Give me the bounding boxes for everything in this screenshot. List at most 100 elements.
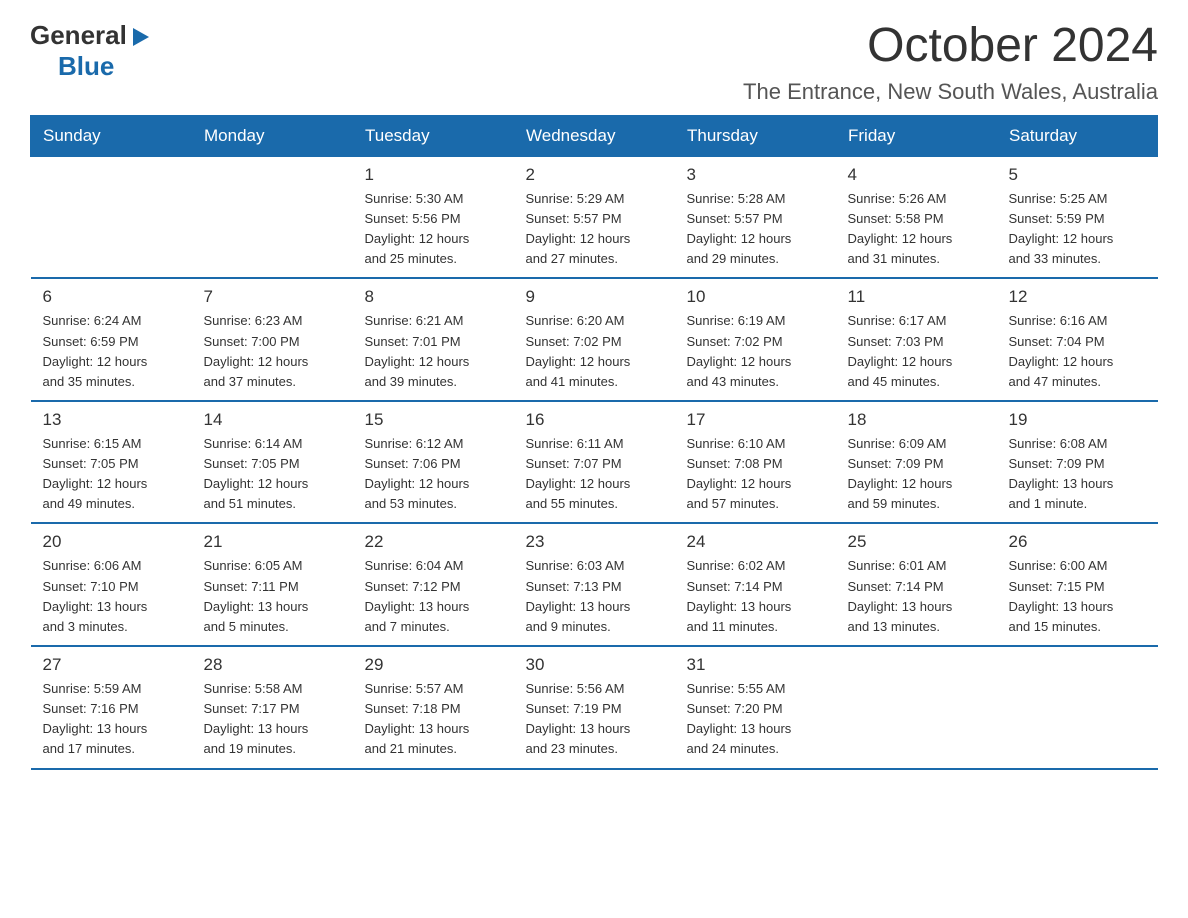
calendar-day-23: 23Sunrise: 6:03 AM Sunset: 7:13 PM Dayli… [514, 523, 675, 646]
day-number: 30 [526, 655, 663, 675]
day-info: Sunrise: 5:57 AM Sunset: 7:18 PM Dayligh… [365, 679, 502, 760]
header-monday: Monday [192, 115, 353, 156]
calendar-day-24: 24 Sunrise: 6:02 AM Sunset: 7:14 PM Dayli… [675, 523, 836, 646]
day-number: 18 [848, 410, 985, 430]
calendar-day-31: 31Sunrise: 5:55 AM Sunset: 7:20 PM Dayli… [675, 646, 836, 769]
day-number: 24 [687, 532, 824, 552]
day-info: Sunrise: 6:04 AM Sunset: 7:12 PM Dayligh… [365, 556, 502, 637]
day-number: 11 [848, 287, 985, 307]
day-number: 6 [43, 287, 180, 307]
calendar-empty-cell [836, 646, 997, 769]
calendar-header-row: SundayMondayTuesdayWednesdayThursdayFrid… [31, 115, 1158, 156]
day-info: Sunrise: 6:19 AM Sunset: 7:02 PM Dayligh… [687, 311, 824, 392]
calendar-day-10: 10 Sunrise: 6:19 AM Sunset: 7:02 PM Dayli… [675, 278, 836, 401]
day-number: 21 [204, 532, 341, 552]
header-thursday: Thursday [675, 115, 836, 156]
calendar-day-29: 29Sunrise: 5:57 AM Sunset: 7:18 PM Dayli… [353, 646, 514, 769]
day-info: Sunrise: 6:11 AM Sunset: 7:07 PM Dayligh… [526, 434, 663, 515]
day-info: Sunrise: 6:20 AM Sunset: 7:02 PM Dayligh… [526, 311, 663, 392]
day-number: 26 [1009, 532, 1146, 552]
day-number: 17 [687, 410, 824, 430]
day-info: Sunrise: 6:24 AM Sunset: 6:59 PM Dayligh… [43, 311, 180, 392]
calendar-day-30: 30 Sunrise: 5:56 AM Sunset: 7:19 PM Dayli… [514, 646, 675, 769]
day-info: Sunrise: 5:56 AM Sunset: 7:19 PM Dayligh… [526, 679, 663, 760]
day-info: Sunrise: 6:12 AM Sunset: 7:06 PM Dayligh… [365, 434, 502, 515]
calendar-day-4: 4Sunrise: 5:26 AM Sunset: 5:58 PM Daylig… [836, 156, 997, 278]
day-info: Sunrise: 5:55 AM Sunset: 7:20 PM Dayligh… [687, 679, 824, 760]
page-header: General Blue October 2024 The Entrance, … [30, 20, 1158, 105]
calendar-day-26: 26 Sunrise: 6:00 AM Sunset: 7:15 PM Dayli… [997, 523, 1158, 646]
calendar-week-row: 27Sunrise: 5:59 AM Sunset: 7:16 PM Dayli… [31, 646, 1158, 769]
day-number: 27 [43, 655, 180, 675]
day-number: 20 [43, 532, 180, 552]
calendar-day-14: 14 Sunrise: 6:14 AM Sunset: 7:05 PM Dayli… [192, 401, 353, 524]
calendar-title: October 2024 [743, 20, 1158, 73]
day-info: Sunrise: 6:06 AM Sunset: 7:10 PM Dayligh… [43, 556, 180, 637]
day-info: Sunrise: 5:28 AM Sunset: 5:57 PM Dayligh… [687, 189, 824, 270]
calendar-day-5: 5 Sunrise: 5:25 AM Sunset: 5:59 PM Daylig… [997, 156, 1158, 278]
day-info: Sunrise: 6:02 AM Sunset: 7:14 PM Dayligh… [687, 556, 824, 637]
day-info: Sunrise: 6:15 AM Sunset: 7:05 PM Dayligh… [43, 434, 180, 515]
calendar-day-15: 15 Sunrise: 6:12 AM Sunset: 7:06 PM Dayli… [353, 401, 514, 524]
calendar-day-21: 21 Sunrise: 6:05 AM Sunset: 7:11 PM Dayli… [192, 523, 353, 646]
day-number: 9 [526, 287, 663, 307]
day-info: Sunrise: 5:29 AM Sunset: 5:57 PM Dayligh… [526, 189, 663, 270]
calendar-day-3: 3Sunrise: 5:28 AM Sunset: 5:57 PM Daylig… [675, 156, 836, 278]
day-info: Sunrise: 6:16 AM Sunset: 7:04 PM Dayligh… [1009, 311, 1146, 392]
day-info: Sunrise: 6:09 AM Sunset: 7:09 PM Dayligh… [848, 434, 985, 515]
calendar-week-row: 1 Sunrise: 5:30 AM Sunset: 5:56 PM Daylig… [31, 156, 1158, 278]
calendar-day-27: 27Sunrise: 5:59 AM Sunset: 7:16 PM Dayli… [31, 646, 192, 769]
day-info: Sunrise: 6:17 AM Sunset: 7:03 PM Dayligh… [848, 311, 985, 392]
header-tuesday: Tuesday [353, 115, 514, 156]
calendar-day-9: 9 Sunrise: 6:20 AM Sunset: 7:02 PM Daylig… [514, 278, 675, 401]
day-number: 28 [204, 655, 341, 675]
day-info: Sunrise: 6:05 AM Sunset: 7:11 PM Dayligh… [204, 556, 341, 637]
calendar-day-2: 2 Sunrise: 5:29 AM Sunset: 5:57 PM Daylig… [514, 156, 675, 278]
day-number: 15 [365, 410, 502, 430]
day-number: 8 [365, 287, 502, 307]
day-info: Sunrise: 6:00 AM Sunset: 7:15 PM Dayligh… [1009, 556, 1146, 637]
header-sunday: Sunday [31, 115, 192, 156]
calendar-day-11: 11 Sunrise: 6:17 AM Sunset: 7:03 PM Dayli… [836, 278, 997, 401]
day-info: Sunrise: 6:21 AM Sunset: 7:01 PM Dayligh… [365, 311, 502, 392]
day-number: 19 [1009, 410, 1146, 430]
logo-general-text: General [30, 20, 127, 51]
calendar-day-19: 19 Sunrise: 6:08 AM Sunset: 7:09 PM Dayli… [997, 401, 1158, 524]
day-info: Sunrise: 5:26 AM Sunset: 5:58 PM Dayligh… [848, 189, 985, 270]
calendar-day-17: 17 Sunrise: 6:10 AM Sunset: 7:08 PM Dayli… [675, 401, 836, 524]
day-number: 16 [526, 410, 663, 430]
calendar-empty-cell [31, 156, 192, 278]
day-info: Sunrise: 6:08 AM Sunset: 7:09 PM Dayligh… [1009, 434, 1146, 515]
header-wednesday: Wednesday [514, 115, 675, 156]
calendar-day-12: 12 Sunrise: 6:16 AM Sunset: 7:04 PM Dayli… [997, 278, 1158, 401]
day-number: 10 [687, 287, 824, 307]
day-number: 1 [365, 165, 502, 185]
day-info: Sunrise: 6:14 AM Sunset: 7:05 PM Dayligh… [204, 434, 341, 515]
day-number: 25 [848, 532, 985, 552]
calendar-day-16: 16 Sunrise: 6:11 AM Sunset: 7:07 PM Dayli… [514, 401, 675, 524]
header-friday: Friday [836, 115, 997, 156]
calendar-subtitle: The Entrance, New South Wales, Australia [743, 79, 1158, 105]
day-info: Sunrise: 5:30 AM Sunset: 5:56 PM Dayligh… [365, 189, 502, 270]
day-number: 5 [1009, 165, 1146, 185]
calendar-day-8: 8 Sunrise: 6:21 AM Sunset: 7:01 PM Daylig… [353, 278, 514, 401]
day-number: 2 [526, 165, 663, 185]
day-number: 14 [204, 410, 341, 430]
day-info: Sunrise: 6:23 AM Sunset: 7:00 PM Dayligh… [204, 311, 341, 392]
calendar-day-13: 13 Sunrise: 6:15 AM Sunset: 7:05 PM Dayli… [31, 401, 192, 524]
logo-arrow-icon [129, 26, 151, 48]
calendar-day-20: 20 Sunrise: 6:06 AM Sunset: 7:10 PM Dayli… [31, 523, 192, 646]
calendar-week-row: 13 Sunrise: 6:15 AM Sunset: 7:05 PM Dayli… [31, 401, 1158, 524]
day-info: Sunrise: 6:10 AM Sunset: 7:08 PM Dayligh… [687, 434, 824, 515]
calendar-day-6: 6 Sunrise: 6:24 AM Sunset: 6:59 PM Daylig… [31, 278, 192, 401]
calendar-week-row: 6 Sunrise: 6:24 AM Sunset: 6:59 PM Daylig… [31, 278, 1158, 401]
day-number: 22 [365, 532, 502, 552]
day-number: 12 [1009, 287, 1146, 307]
logo: General Blue [30, 20, 151, 82]
day-info: Sunrise: 5:25 AM Sunset: 5:59 PM Dayligh… [1009, 189, 1146, 270]
header-saturday: Saturday [997, 115, 1158, 156]
day-info: Sunrise: 5:58 AM Sunset: 7:17 PM Dayligh… [204, 679, 341, 760]
day-number: 13 [43, 410, 180, 430]
logo-blue-text: Blue [58, 51, 114, 82]
title-section: October 2024 The Entrance, New South Wal… [743, 20, 1158, 105]
